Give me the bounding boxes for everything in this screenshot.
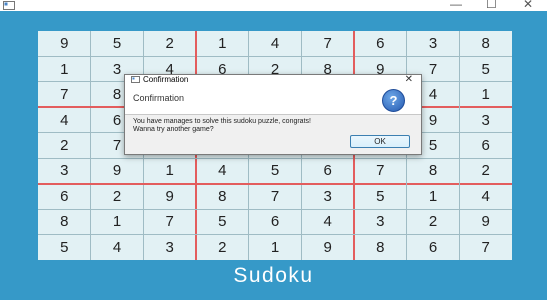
ok-button[interactable]: OK xyxy=(350,135,410,148)
window-titlebar: — ☐ ✕ xyxy=(0,0,547,11)
sudoku-cell[interactable]: 5 xyxy=(91,31,144,56)
question-icon: ? xyxy=(382,89,405,112)
sudoku-cell[interactable]: 4 xyxy=(249,31,302,56)
sudoku-cell[interactable]: 3 xyxy=(407,31,460,56)
sudoku-cell[interactable]: 9 xyxy=(301,235,354,260)
sudoku-cell[interactable]: 5 xyxy=(249,158,302,183)
confirmation-dialog: Confirmation ✕ Confirmation ? You have m… xyxy=(124,74,422,155)
sudoku-cell[interactable]: 6 xyxy=(301,158,354,183)
sudoku-cell[interactable]: 2 xyxy=(196,235,249,260)
grid-line xyxy=(38,208,512,210)
sudoku-cell[interactable]: 1 xyxy=(407,184,460,209)
sudoku-cell[interactable]: 6 xyxy=(38,184,91,209)
sudoku-cell[interactable]: 3 xyxy=(354,209,407,234)
sudoku-cell[interactable]: 7 xyxy=(38,82,91,107)
sudoku-cell[interactable]: 8 xyxy=(407,158,460,183)
sudoku-cell[interactable]: 5 xyxy=(354,184,407,209)
sudoku-cell[interactable]: 1 xyxy=(196,31,249,56)
dialog-app-icon xyxy=(131,76,140,83)
sudoku-cell[interactable]: 1 xyxy=(143,158,196,183)
maximize-button[interactable]: ☐ xyxy=(486,0,497,11)
sudoku-cell[interactable]: 1 xyxy=(91,209,144,234)
sudoku-cell[interactable]: 2 xyxy=(143,31,196,56)
sudoku-cell[interactable]: 1 xyxy=(459,82,512,107)
dialog-titlebar: Confirmation ✕ xyxy=(125,74,421,85)
grid-line xyxy=(38,157,512,159)
sudoku-cell[interactable]: 4 xyxy=(38,107,91,132)
sudoku-cell[interactable]: 5 xyxy=(196,209,249,234)
sudoku-cell[interactable]: 3 xyxy=(38,158,91,183)
close-button[interactable]: ✕ xyxy=(523,0,533,11)
sudoku-cell[interactable]: 4 xyxy=(459,184,512,209)
dialog-message: You have manages to solve this sudoku pu… xyxy=(133,118,311,134)
sudoku-cell[interactable]: 6 xyxy=(354,31,407,56)
app-icon xyxy=(3,1,15,10)
sudoku-cell[interactable]: 4 xyxy=(301,209,354,234)
sudoku-cell[interactable]: 9 xyxy=(38,31,91,56)
grid-line xyxy=(38,55,512,57)
sudoku-cell[interactable]: 5 xyxy=(38,235,91,260)
dialog-header: Confirmation ? xyxy=(125,85,421,115)
sudoku-cell[interactable]: 6 xyxy=(407,235,460,260)
sudoku-cell[interactable]: 6 xyxy=(249,209,302,234)
sudoku-cell[interactable]: 2 xyxy=(459,158,512,183)
minimize-button[interactable]: — xyxy=(450,0,462,11)
sudoku-cell[interactable]: 9 xyxy=(143,184,196,209)
dialog-message-line2: Wanna try another game? xyxy=(133,126,214,133)
sudoku-cell[interactable]: 7 xyxy=(249,184,302,209)
sudoku-cell[interactable]: 5 xyxy=(459,56,512,81)
grid-line xyxy=(458,31,460,260)
sudoku-cell[interactable]: 1 xyxy=(38,56,91,81)
sudoku-cell[interactable]: 7 xyxy=(354,158,407,183)
sudoku-cell[interactable]: 6 xyxy=(459,133,512,158)
app-title: Sudoku xyxy=(233,264,314,287)
sudoku-cell[interactable]: 2 xyxy=(91,184,144,209)
sudoku-cell[interactable]: 1 xyxy=(249,235,302,260)
sudoku-cell[interactable]: 8 xyxy=(354,235,407,260)
dialog-title: Confirmation xyxy=(143,75,189,84)
sudoku-cell[interactable]: 3 xyxy=(143,235,196,260)
dialog-header-text: Confirmation xyxy=(133,93,185,103)
sudoku-cell[interactable]: 8 xyxy=(38,209,91,234)
box-divider xyxy=(38,182,512,185)
sudoku-cell[interactable]: 9 xyxy=(459,209,512,234)
sudoku-cell[interactable]: 7 xyxy=(301,31,354,56)
sudoku-cell[interactable]: 7 xyxy=(143,209,196,234)
sudoku-cell[interactable]: 3 xyxy=(301,184,354,209)
dialog-close-button[interactable]: ✕ xyxy=(405,74,413,85)
sudoku-cell[interactable]: 3 xyxy=(459,107,512,132)
sudoku-cell[interactable]: 2 xyxy=(38,133,91,158)
sudoku-cell[interactable]: 8 xyxy=(459,31,512,56)
sudoku-cell[interactable]: 2 xyxy=(407,209,460,234)
dialog-message-line1: You have manages to solve this sudoku pu… xyxy=(133,118,311,125)
sudoku-cell[interactable]: 4 xyxy=(91,235,144,260)
grid-line xyxy=(90,31,92,260)
sudoku-cell[interactable]: 4 xyxy=(196,158,249,183)
sudoku-cell[interactable]: 8 xyxy=(196,184,249,209)
sudoku-cell[interactable]: 7 xyxy=(459,235,512,260)
sudoku-cell[interactable]: 9 xyxy=(91,158,144,183)
grid-line xyxy=(38,234,512,236)
